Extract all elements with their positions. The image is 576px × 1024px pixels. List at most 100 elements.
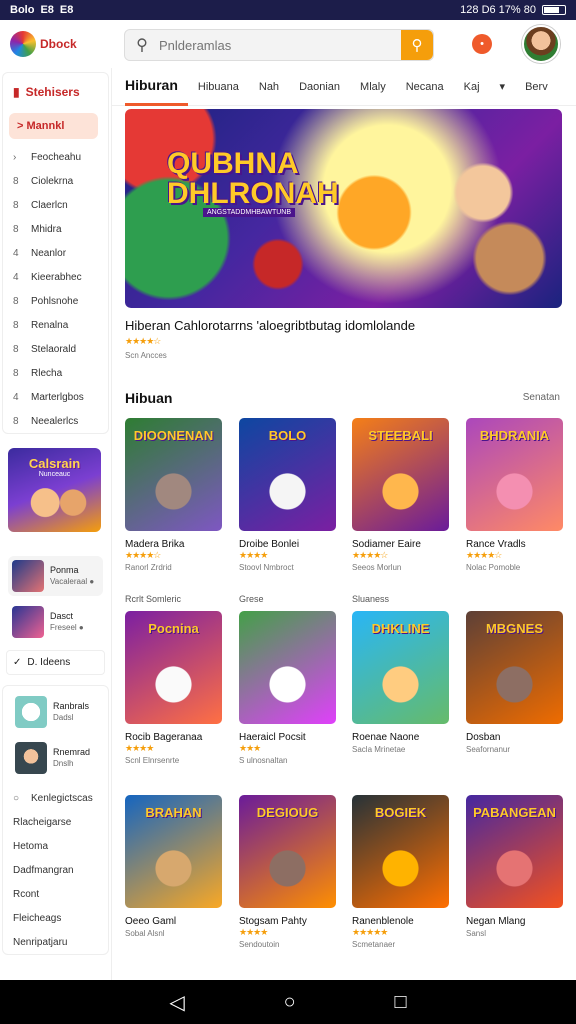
sidebar-item[interactable]: 8 Ciolekrna [3, 169, 108, 193]
section-more-link[interactable]: Senatan [523, 392, 560, 403]
game-card[interactable]: BOGIEK Ranenblenole ★★★★★ Scmetanaer [352, 795, 449, 949]
game-thumbnail[interactable]: DHKLINE [352, 611, 449, 724]
game-thumbnail-text: PABANGEAN [473, 805, 556, 820]
sidebar-mini-game[interactable]: Ranbrals Dadsl [11, 692, 100, 732]
back-icon[interactable]: ◁ [169, 990, 184, 1015]
sidebar-item[interactable]: Dadfmangran [3, 858, 108, 882]
game-thumbnail[interactable]: BOLO [239, 418, 336, 531]
tab-item[interactable]: Kaj [454, 68, 490, 106]
sidebar-item-label: Fleicheags [13, 912, 62, 924]
sidebar-item-label: Ciolekrna [31, 175, 74, 187]
game-thumbnail-text: MBGNES [485, 621, 544, 636]
featured-rating: ★★★★☆ [125, 336, 161, 346]
sidebar-item[interactable]: 8 Renalna [3, 313, 108, 337]
recents-icon[interactable]: □ [394, 991, 406, 1014]
game-thumbnail[interactable]: Pocnina [125, 611, 222, 724]
sidebar-item[interactable]: 8 Neealerlcs [3, 409, 108, 433]
game-card[interactable]: BHDRANIA Rance Vradls ★★★★☆ Nolac Pomoble [466, 418, 563, 572]
game-rating: ★★★★★ [352, 927, 388, 937]
sidebar-item[interactable]: Fleicheags [3, 906, 108, 930]
sidebar-menu: ▮ Stehisers > Mannkl › Feocheahu 8 Ciolekrn… [2, 72, 109, 434]
sidebar-item[interactable]: Rcont [3, 882, 108, 906]
featured-title[interactable]: Hiberan Cahlorotarrns 'aloegribtbutag id… [125, 318, 415, 333]
sidebar-item[interactable]: › Feocheahu [3, 145, 108, 169]
game-rating: ★★★★☆ [125, 550, 161, 560]
sidebar-item[interactable]: Nenripatjaru [3, 930, 108, 954]
sidebar-mini-game[interactable]: Ponma Vacaleraal ● [8, 556, 103, 596]
game-card[interactable]: BRAHAN Oeeo Gaml Sobal Alsnl [125, 795, 222, 938]
sidebar-item[interactable]: 8 Mhidra [3, 217, 108, 241]
game-card[interactable]: STEEBALI Sodiamer Eaire ★★★★☆ Seeos Morlun [352, 418, 449, 572]
sidebar-item[interactable]: 8 Claerlcn [3, 193, 108, 217]
section-title: Hibuan [125, 390, 173, 406]
game-card[interactable]: MBGNES Dosban Seafornanur [466, 611, 563, 754]
game-thumbnail[interactable]: BRAHAN [125, 795, 222, 908]
sidebar-item-label: Hetoma [13, 840, 49, 852]
sidebar-item-label: Rcont [13, 888, 40, 900]
search-submit-button[interactable]: ⚲ [401, 30, 433, 60]
tab-item[interactable]: Necana [396, 68, 454, 106]
tab-item[interactable]: Daonian [289, 68, 350, 106]
game-thumbnail[interactable]: BHDRANIA [466, 418, 563, 531]
sidebar-item-active[interactable]: > Mannkl [9, 113, 98, 139]
tab-item[interactable]: Hibuana [188, 68, 249, 106]
sidebar-item[interactable]: Rlacheigarse [3, 810, 108, 834]
search-input[interactable] [159, 30, 401, 60]
game-thumbnail[interactable]: MBGNES [466, 611, 563, 724]
sidebar-item-icon: 4 [13, 391, 19, 403]
home-icon[interactable]: ○ [284, 991, 296, 1014]
game-meta: Seeos Morlun [352, 563, 402, 572]
game-card[interactable]: PABANGEAN Negan Mlang Sansl [466, 795, 563, 938]
sidebar-item-label: Stelaorald [31, 343, 77, 355]
sidebar-item[interactable]: 8 Rlecha [3, 361, 108, 385]
sidebar-item[interactable]: 8 Stelaorald [3, 337, 108, 361]
tab-item[interactable]: Mlaly [350, 68, 396, 106]
tab-item[interactable]: Hiburan [125, 68, 188, 106]
tab-item[interactable]: ▾ [490, 68, 516, 106]
game-title: Stogsam Pahty [239, 916, 307, 927]
sidebar-mini-game[interactable]: Rnemrad Dnslh [11, 738, 100, 778]
tab-item[interactable]: Nah [249, 68, 289, 106]
mini-game-title: Dasct [50, 611, 74, 621]
category-tabs: Hiburan Hibuana Nah Daonian Mlaly Necana Kaj ▾ B… [112, 68, 576, 106]
game-card[interactable]: BOLO Droibe Bonlei ★★★★ Stoovl Nmbroct [239, 418, 336, 572]
game-card[interactable]: Pocnina Rocib Bageranaa ★★★★ Scnl Elnrsenrt… [125, 611, 222, 765]
row-label: Rcrlt Somleric [125, 594, 182, 604]
sidebar-item-label: Mhidra [31, 223, 62, 235]
sidebar-item[interactable]: 4 Neanlor [3, 241, 108, 265]
sidebar-link-categories[interactable]: ○ Kenlegictscas [3, 786, 108, 810]
bell-icon[interactable]: • [472, 34, 492, 54]
featured-banner[interactable]: QUBHNA DHLRONAH ANGSTADDMHBAWTUNB [125, 109, 562, 308]
game-thumbnail[interactable]: STEEBALI [352, 418, 449, 531]
status-bar: Bolo E8 E8 128 D6 17% 80 [0, 0, 576, 20]
sidebar: ▮ Stehisers > Mannkl › Feocheahu 8 Ciolekrn… [0, 68, 112, 980]
game-card[interactable]: DHKLINE Roenae Naone Sacla Mrinetae [352, 611, 449, 754]
game-card[interactable]: DIOONENAN Madera Brika ★★★★☆ Ranorl Zrdrid [125, 418, 222, 572]
game-meta: Sacla Mrinetae [352, 745, 406, 754]
game-card[interactable]: Haeraicl Pocsit ★★★ S ulnosnaltan [239, 611, 336, 765]
sidebar-item-label: Neealerlcs [31, 415, 79, 427]
status-right-text: 128 D6 17% 80 [460, 4, 536, 16]
sidebar-item[interactable]: Hetoma [3, 834, 108, 858]
sidebar-header: ▮ Stehisers [3, 73, 108, 107]
sidebar-mini-game[interactable]: Dasct Freseel ● [8, 602, 103, 642]
game-card[interactable]: DEGIOUG Stogsam Pahty ★★★★ Sendoutoin [239, 795, 336, 949]
sidebar-item[interactable]: 4 Marterlgbos [3, 385, 108, 409]
game-thumbnail[interactable]: DIOONENAN [125, 418, 222, 531]
game-meta: Sansl [466, 929, 487, 938]
game-rating: ★★★★☆ [352, 550, 388, 560]
sidebar-item[interactable]: 4 Kieerabhec [3, 265, 108, 289]
mini-game-sub: Dadsl [53, 713, 74, 722]
tab-item[interactable]: Berv [515, 68, 558, 106]
game-thumbnail[interactable]: PABANGEAN [466, 795, 563, 908]
sidebar-link-ideas[interactable]: ✓ D. Ideens [6, 650, 105, 675]
game-thumbnail[interactable]: BOGIEK [352, 795, 449, 908]
sidebar-item[interactable]: 8 Pohlsnohe [3, 289, 108, 313]
avatar[interactable] [522, 25, 560, 63]
sidebar-promo-banner[interactable]: Calsrain Nunceauc [8, 448, 101, 532]
game-thumbnail[interactable]: DEGIOUG [239, 795, 336, 908]
game-thumbnail[interactable] [239, 611, 336, 724]
mini-game-thumbnail [12, 606, 44, 638]
app-logo[interactable]: Dbock [10, 31, 110, 57]
game-meta: Scmetanaer [352, 940, 396, 949]
